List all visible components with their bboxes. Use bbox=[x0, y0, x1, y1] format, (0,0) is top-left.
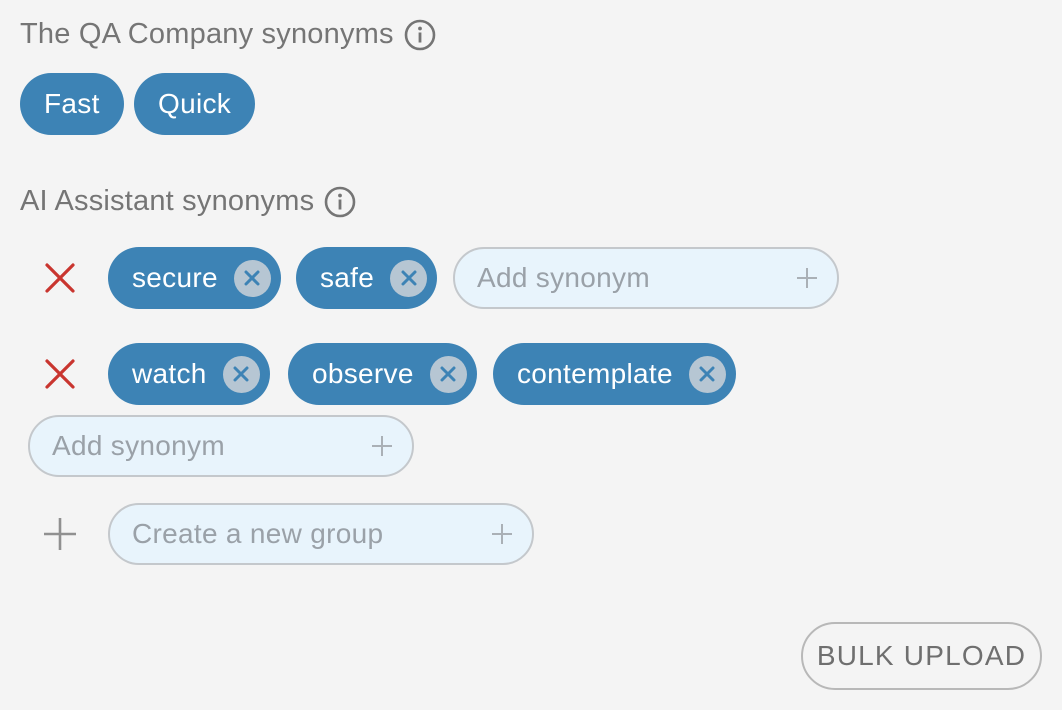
chip-label: watch bbox=[132, 358, 207, 389]
info-icon[interactable] bbox=[324, 186, 356, 218]
add-synonym-field[interactable] bbox=[28, 415, 414, 477]
plus-icon[interactable] bbox=[370, 434, 394, 458]
remove-chip-close-icon[interactable] bbox=[688, 355, 726, 393]
assistant-synonym-chip: safe bbox=[296, 247, 438, 309]
remove-chip-close-icon[interactable] bbox=[429, 355, 467, 393]
assistant-synonym-chip: watch bbox=[108, 343, 270, 405]
chip-label: observe bbox=[312, 358, 414, 389]
assistant-synonym-chip: secure bbox=[108, 247, 281, 309]
remove-chip-close-icon[interactable] bbox=[222, 355, 260, 393]
info-icon[interactable] bbox=[404, 19, 436, 51]
chip-label: safe bbox=[320, 262, 375, 293]
remove-chip-close-icon[interactable] bbox=[233, 259, 271, 297]
new-group-plus-icon[interactable] bbox=[42, 516, 78, 552]
assistant-synonym-chip: contemplate bbox=[493, 343, 736, 405]
assistant-synonyms-heading: AI Assistant synonyms bbox=[20, 185, 356, 218]
company-synonym-chip: Quick bbox=[134, 73, 256, 135]
add-synonym-input[interactable] bbox=[477, 262, 795, 294]
chip-label: Quick bbox=[158, 88, 232, 119]
company-synonym-chip: Fast bbox=[20, 73, 124, 135]
company-synonyms-heading: The QA Company synonyms bbox=[20, 18, 436, 51]
assistant-synonym-chip: observe bbox=[288, 343, 477, 405]
delete-group-2-close-icon[interactable] bbox=[43, 357, 77, 391]
chip-label: Fast bbox=[44, 88, 100, 119]
create-group-field[interactable] bbox=[108, 503, 534, 565]
plus-icon[interactable] bbox=[490, 522, 514, 546]
add-synonym-field[interactable] bbox=[453, 247, 839, 309]
assistant-synonyms-title: AI Assistant synonyms bbox=[20, 185, 315, 217]
chip-label: contemplate bbox=[517, 358, 673, 389]
create-group-input[interactable] bbox=[132, 518, 490, 550]
delete-group-1-close-icon[interactable] bbox=[43, 261, 77, 295]
remove-chip-close-icon[interactable] bbox=[390, 259, 428, 297]
add-synonym-input[interactable] bbox=[52, 430, 370, 462]
company-synonyms-title: The QA Company synonyms bbox=[20, 18, 394, 50]
plus-icon[interactable] bbox=[795, 266, 819, 290]
bulk-upload-button[interactable]: BULK UPLOAD bbox=[801, 622, 1042, 690]
chip-label: secure bbox=[132, 262, 218, 293]
